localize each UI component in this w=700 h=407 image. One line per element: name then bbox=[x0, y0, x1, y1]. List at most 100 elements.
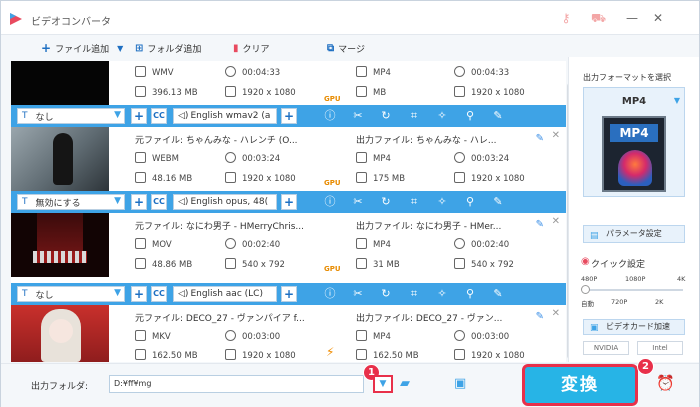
effects-icon[interactable]: ✧ bbox=[428, 194, 456, 210]
list-item[interactable]: 元ファイル: なにわ男子 - HMerryChris... 出力ファイル: なに… bbox=[11, 213, 566, 277]
info-icon[interactable]: ⓘ bbox=[316, 108, 344, 124]
file-icon bbox=[135, 86, 146, 97]
close-icon[interactable]: ✕ bbox=[552, 130, 560, 141]
dst-duration-value: 00:02:40 bbox=[471, 240, 510, 250]
src-format: MOV bbox=[135, 238, 172, 250]
slider-knob[interactable] bbox=[581, 285, 590, 294]
scissors-icon[interactable]: ✂ bbox=[344, 194, 372, 210]
list-item[interactable]: 元ファイル: ちゃんみな - ハレンチ (O... 出力ファイル: ちゃんみな … bbox=[11, 127, 566, 191]
src-format: WMV bbox=[135, 66, 174, 78]
scissors-icon[interactable]: ✂ bbox=[344, 286, 372, 302]
src-res-value: 1920 x 1080 bbox=[242, 351, 296, 361]
close-window-button[interactable]: ✕ bbox=[649, 9, 667, 27]
add-subtitle-button[interactable]: + bbox=[131, 108, 147, 124]
app-window: ビデオコンバータ ⚷ ⛟ — ✕ + ファイル追加 ▼ ⊞ フォルダ追加 ▮ ク… bbox=[0, 0, 700, 407]
crop-icon[interactable]: ⌗ bbox=[400, 108, 428, 124]
cc-button[interactable]: CC bbox=[151, 286, 167, 302]
src-format-value: MOV bbox=[152, 240, 172, 250]
info-icon[interactable]: ⓘ bbox=[316, 194, 344, 210]
edit-tools: ⓘ ✂ ↻ ⌗ ✧ ⚲ ✎ bbox=[316, 194, 512, 210]
list-item[interactable]: WMV 00:04:33 396.13 MB 1920 x 1080 GPU M… bbox=[11, 61, 566, 105]
effects-icon[interactable]: ✧ bbox=[428, 108, 456, 124]
cc-button[interactable]: CC bbox=[151, 194, 167, 210]
format-selector[interactable]: MP4 ▼ MP4 bbox=[583, 87, 685, 197]
subtitle-select[interactable]: T 無効にする ▼ bbox=[17, 194, 125, 210]
brush-icon[interactable]: ✎ bbox=[484, 286, 512, 302]
output-folder-dropdown[interactable]: ▼ bbox=[373, 375, 393, 393]
cart-icon[interactable]: ⛟ bbox=[591, 11, 606, 25]
quality-slider[interactable] bbox=[585, 289, 683, 291]
pencil-icon[interactable]: ✎ bbox=[536, 133, 544, 144]
plus-icon: + bbox=[41, 41, 52, 55]
src-format-value: WEBM bbox=[152, 154, 179, 164]
folder-open-icon[interactable]: ▰ bbox=[400, 376, 410, 391]
src-resolution: 1920 x 1080 bbox=[225, 349, 296, 361]
add-subtitle-button[interactable]: + bbox=[131, 194, 147, 210]
chevron-down-icon[interactable]: ▼ bbox=[117, 44, 123, 53]
slider-label: 2K bbox=[655, 298, 664, 306]
scissors-icon[interactable]: ✂ bbox=[344, 108, 372, 124]
info-icon[interactable]: ⓘ bbox=[316, 286, 344, 302]
close-icon[interactable]: ✕ bbox=[552, 216, 560, 227]
crop-icon[interactable]: ⌗ bbox=[400, 194, 428, 210]
merge-button[interactable]: ⧉ マージ bbox=[327, 41, 365, 55]
film-icon bbox=[135, 330, 146, 341]
watermark-icon[interactable]: ⚲ bbox=[456, 286, 484, 302]
dst-duration: 00:03:00 bbox=[454, 330, 510, 342]
dst-format-value: MP4 bbox=[373, 154, 391, 164]
src-format-value: WMV bbox=[152, 68, 174, 78]
rotate-icon[interactable]: ↻ bbox=[372, 194, 400, 210]
rotate-icon[interactable]: ↻ bbox=[372, 108, 400, 124]
dst-duration-value: 00:03:00 bbox=[471, 332, 510, 342]
list-item[interactable]: 元ファイル: DECO_27 - ヴァンパイア f... 出力ファイル: DEC… bbox=[11, 305, 566, 362]
output-folder-icon[interactable]: ▣ bbox=[454, 376, 466, 391]
rotate-icon[interactable]: ↻ bbox=[372, 286, 400, 302]
subtitle-select[interactable]: T なし ▼ bbox=[17, 286, 125, 302]
add-subtitle-button[interactable]: + bbox=[131, 286, 147, 302]
cc-button[interactable]: CC bbox=[151, 108, 167, 124]
key-icon[interactable]: ⚷ bbox=[559, 11, 573, 25]
watermark-icon[interactable]: ⚲ bbox=[456, 108, 484, 124]
alarm-clock-icon[interactable]: ⏰ bbox=[656, 374, 675, 392]
dst-format-value: MP4 bbox=[373, 332, 391, 342]
convert-button[interactable]: 変換 bbox=[522, 364, 638, 406]
subtitle-value: なし bbox=[35, 290, 54, 301]
src-size: 48.16 MB bbox=[135, 172, 192, 184]
gpu-badge: GPU bbox=[324, 95, 341, 103]
pencil-icon[interactable]: ✎ bbox=[536, 219, 544, 230]
add-audio-button[interactable]: + bbox=[281, 286, 297, 302]
minimize-button[interactable]: — bbox=[623, 9, 641, 27]
file-icon bbox=[135, 172, 146, 183]
audio-select[interactable]: ◁) English opus, 48( bbox=[173, 194, 277, 210]
brush-icon[interactable]: ✎ bbox=[484, 108, 512, 124]
resolution-icon bbox=[225, 258, 236, 269]
effects-icon[interactable]: ✧ bbox=[428, 286, 456, 302]
speaker-icon: ◁) bbox=[178, 289, 189, 299]
crop-icon[interactable]: ⌗ bbox=[400, 286, 428, 302]
slider-label: 480P bbox=[581, 275, 598, 283]
clear-button[interactable]: ▮ クリア bbox=[233, 41, 270, 55]
parameter-settings-button[interactable]: ▤ パラメータ設定 bbox=[583, 225, 685, 243]
audio-select[interactable]: ◁) English wmav2 (a bbox=[173, 108, 277, 124]
pencil-icon[interactable]: ✎ bbox=[536, 311, 544, 322]
clock-icon bbox=[225, 152, 236, 163]
close-icon[interactable]: ✕ bbox=[552, 308, 560, 319]
add-file-button[interactable]: + ファイル追加 ▼ bbox=[41, 41, 123, 55]
bottom-bar: 出力フォルダ: D:¥ff¥mg 1 ▼ ▰ ▣ 変換 2 ⏰ bbox=[1, 358, 699, 407]
watermark-icon[interactable]: ⚲ bbox=[456, 194, 484, 210]
intel-logo: Intel bbox=[637, 341, 683, 355]
src-duration-value: 00:04:33 bbox=[242, 68, 281, 78]
gpu-acceleration-button[interactable]: ▣ ビデオカード加速 bbox=[583, 319, 685, 335]
slider-label: 720P bbox=[611, 298, 628, 306]
output-folder-input[interactable]: D:¥ff¥mg bbox=[109, 375, 364, 393]
add-audio-button[interactable]: + bbox=[281, 194, 297, 210]
add-audio-button[interactable]: + bbox=[281, 108, 297, 124]
file-icon bbox=[135, 349, 146, 360]
merge-label: マージ bbox=[338, 44, 365, 55]
add-folder-button[interactable]: ⊞ フォルダ追加 bbox=[135, 41, 201, 55]
brush-icon[interactable]: ✎ bbox=[484, 194, 512, 210]
accel-label: ビデオカード加速 bbox=[606, 322, 670, 331]
src-duration-value: 00:03:24 bbox=[242, 154, 281, 164]
subtitle-select[interactable]: T なし ▼ bbox=[17, 108, 125, 124]
audio-select[interactable]: ◁) English aac (LC) bbox=[173, 286, 277, 302]
